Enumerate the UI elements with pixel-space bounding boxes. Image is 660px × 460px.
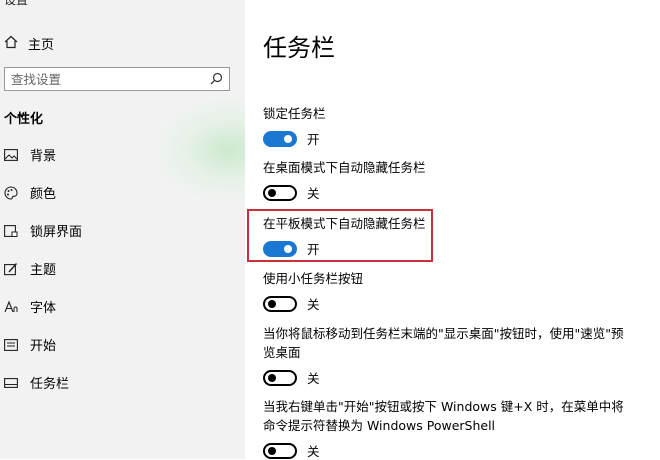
setting-label: 使用小任务栏按钮 <box>263 271 364 286</box>
search-icon[interactable] <box>210 70 223 89</box>
setting-label: 在桌面模式下自动隐藏任务栏 <box>263 160 426 175</box>
sidebar-item-background[interactable]: 背景 <box>4 145 56 164</box>
toggle-switch[interactable] <box>263 369 297 386</box>
sidebar-item-lock-screen[interactable]: 锁屏界面 <box>4 221 82 240</box>
sidebar-item-label: 锁屏界面 <box>30 225 83 240</box>
toggle-knob <box>268 373 276 382</box>
sidebar-item-label: 开始 <box>30 339 57 354</box>
setting-label: 当我右键单击"开始"按钮或按下 Windows 键+X 时，在菜单中将命令提示符… <box>263 399 624 433</box>
toggle-state: 关 <box>307 186 320 201</box>
setting-label: 当你将鼠标移动到任务栏末端的"显示桌面"按钮时，使用"速览"预览桌面 <box>263 326 624 360</box>
sidebar-item-themes[interactable]: 主题 <box>4 259 56 278</box>
toggle-switch[interactable] <box>263 295 297 312</box>
home-icon <box>4 35 18 53</box>
toggle-knob <box>268 188 276 197</box>
toggle-switch[interactable] <box>263 130 297 147</box>
sidebar-item-label: 背景 <box>30 149 57 164</box>
sidebar-item-label: 主题 <box>30 263 57 278</box>
setting-lock-taskbar: 锁定任务栏 开 <box>263 104 633 148</box>
picture-icon <box>4 148 18 162</box>
toggle-state: 关 <box>307 371 320 386</box>
sidebar-item-label: 任务栏 <box>30 377 70 392</box>
section-title-personalization: 个性化 <box>4 112 44 127</box>
toggle-knob <box>284 244 292 253</box>
home-label: 主页 <box>28 38 55 53</box>
search-input[interactable] <box>11 71 191 87</box>
page-title: 任务栏 <box>263 34 335 62</box>
theme-icon <box>4 262 18 276</box>
toggle-knob <box>268 446 276 455</box>
sidebar: 设置 主页 个性化 背景 颜色 锁屏界面 主题 <box>0 0 245 459</box>
taskbar-icon <box>4 376 18 390</box>
sidebar-glow <box>150 95 245 205</box>
start-icon <box>4 338 18 352</box>
toggle-switch[interactable] <box>263 442 297 459</box>
sidebar-item-start[interactable]: 开始 <box>4 335 56 354</box>
sidebar-item-fonts[interactable]: 字体 <box>4 297 56 316</box>
toggle-switch[interactable] <box>263 240 297 257</box>
toggle-knob <box>284 134 292 143</box>
toggle-switch[interactable] <box>263 184 297 201</box>
setting-label: 在平板模式下自动隐藏任务栏 <box>263 216 426 231</box>
sidebar-item-taskbar[interactable]: 任务栏 <box>4 373 69 392</box>
sidebar-item-label: 颜色 <box>30 187 57 202</box>
font-icon <box>4 300 18 314</box>
toggle-state: 开 <box>307 132 320 147</box>
sidebar-item-colors[interactable]: 颜色 <box>4 183 56 202</box>
toggle-knob <box>268 299 276 308</box>
sidebar-item-home[interactable]: 主页 <box>4 34 54 53</box>
main-content: 任务栏 锁定任务栏 开 在桌面模式下自动隐藏任务栏 关 在平板模式下自动隐藏任务… <box>245 0 660 459</box>
setting-label: 锁定任务栏 <box>263 106 326 121</box>
setting-autohide-desktop: 在桌面模式下自动隐藏任务栏 关 <box>263 158 633 202</box>
sidebar-item-label: 字体 <box>30 301 57 316</box>
setting-peek: 当你将鼠标移动到任务栏末端的"显示桌面"按钮时，使用"速览"预览桌面 关 <box>263 324 633 387</box>
toggle-state: 开 <box>307 242 320 257</box>
window-title: 设置 <box>4 0 29 7</box>
lock-screen-icon <box>4 224 18 238</box>
toggle-state: 关 <box>307 444 320 459</box>
palette-icon <box>4 185 18 200</box>
search-box[interactable] <box>4 67 230 91</box>
setting-powershell: 当我右键单击"开始"按钮或按下 Windows 键+X 时，在菜单中将命令提示符… <box>263 397 633 460</box>
toggle-state: 关 <box>307 297 320 312</box>
setting-small-buttons: 使用小任务栏按钮 关 <box>263 269 633 313</box>
setting-autohide-tablet: 在平板模式下自动隐藏任务栏 开 <box>263 214 633 258</box>
